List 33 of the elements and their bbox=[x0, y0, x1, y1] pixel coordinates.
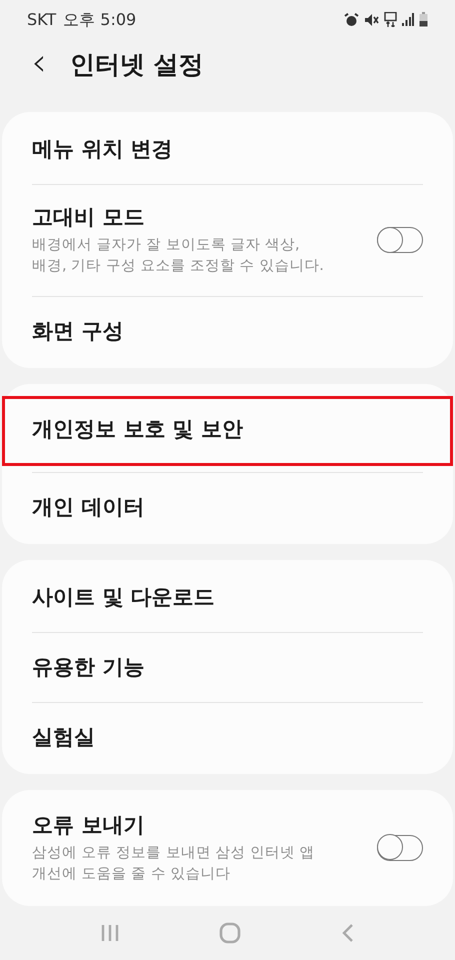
settings-row[interactable]: 사이트 및 다운로드 bbox=[32, 562, 423, 632]
toggle-switch[interactable] bbox=[377, 227, 423, 254]
signal-icon bbox=[402, 13, 414, 26]
back-button[interactable]: ‹ bbox=[26, 43, 52, 82]
setting-title[interactable]: 개인정보 보호 및 보안 bbox=[32, 414, 243, 443]
setting-description: 배경에서 글자가 잘 보이도록 글자 색상, 배경, 기타 구성 요소를 조정할 수 있습니다. bbox=[32, 236, 325, 276]
settings-row[interactable]: 오류 보내기 삼성에 오류 정보를 보내면 삼성 인터넷 앱 개선에 도움을 줄 수 있습니다 bbox=[32, 792, 423, 904]
settings-row[interactable]: 개인 데이터 bbox=[32, 472, 423, 542]
setting-title[interactable]: 고대비 모드 bbox=[32, 203, 332, 232]
toggle-switch[interactable] bbox=[377, 834, 423, 861]
settings-row[interactable]: 화면 구성 bbox=[32, 296, 423, 366]
settings-row[interactable]: 메뉴 위치 변경 bbox=[32, 114, 423, 184]
network-type-icon bbox=[384, 12, 397, 28]
setting-description: 삼성에 오류 정보를 보내면 삼성 인터넷 앱 개선에 도움을 줄 수 있습니다 bbox=[32, 844, 316, 884]
setting-title[interactable]: 실험실 bbox=[32, 723, 95, 752]
battery-icon bbox=[419, 12, 428, 28]
alarm-icon bbox=[344, 12, 359, 27]
setting-title[interactable]: 사이트 및 다운로드 bbox=[32, 582, 215, 611]
setting-title[interactable]: 오류 보내기 bbox=[32, 810, 332, 839]
home-icon[interactable] bbox=[219, 922, 242, 944]
setting-title[interactable]: 유용한 기능 bbox=[32, 653, 144, 682]
clock-time: 오후 5:09 bbox=[63, 8, 136, 31]
settings-row[interactable]: 실험실 bbox=[32, 702, 423, 772]
mute-icon bbox=[364, 12, 379, 27]
setting-title[interactable]: 화면 구성 bbox=[32, 317, 124, 346]
recent-apps-icon[interactable] bbox=[100, 924, 120, 942]
setting-title[interactable]: 메뉴 위치 변경 bbox=[32, 134, 173, 163]
page-title: 인터넷 설정 bbox=[70, 48, 204, 81]
back-icon[interactable] bbox=[341, 922, 356, 943]
settings-row[interactable]: 유용한 기능 bbox=[32, 632, 423, 702]
carrier-name: SKT bbox=[27, 8, 56, 31]
settings-row[interactable]: 고대비 모드 배경에서 글자가 잘 보이도록 글자 색상, 배경, 기타 구성 요소를 조정할 수 있습니다. bbox=[32, 184, 423, 296]
setting-title[interactable]: 개인 데이터 bbox=[32, 493, 144, 522]
